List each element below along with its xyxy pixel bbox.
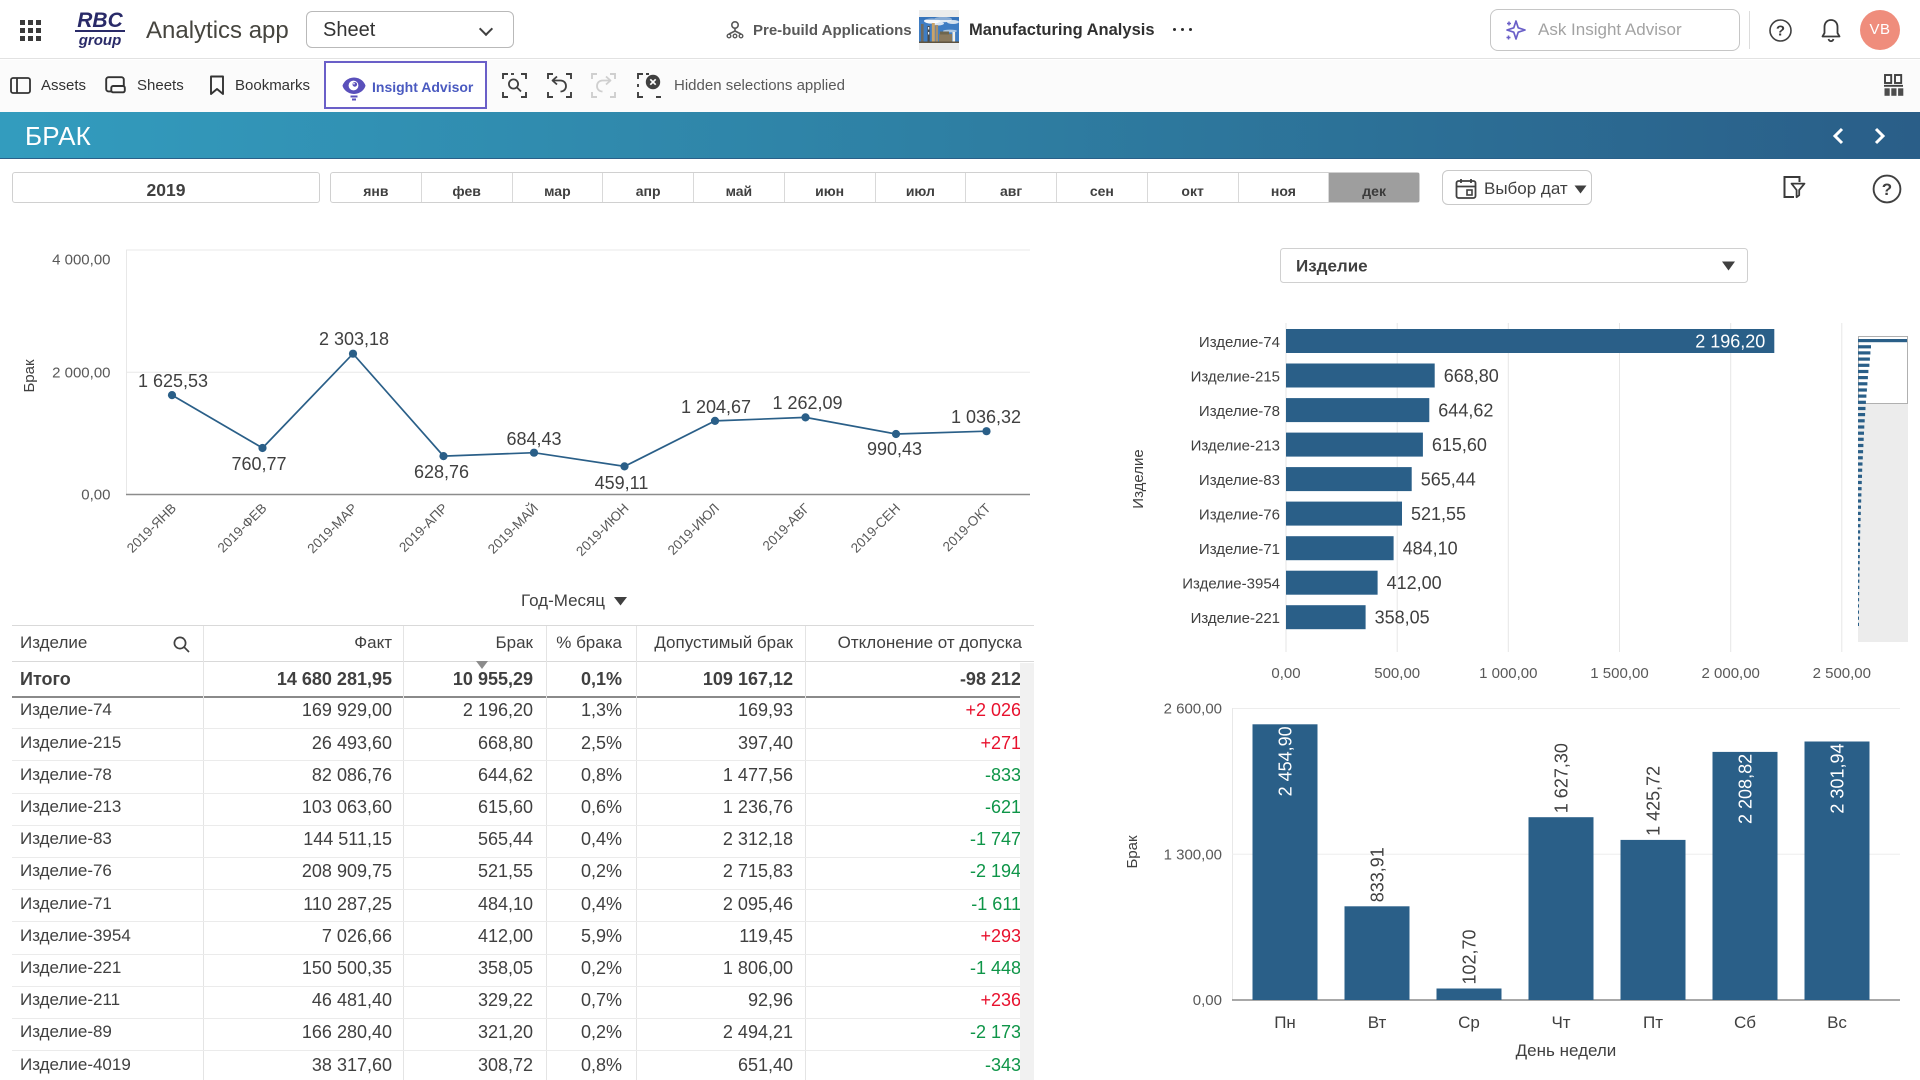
svg-text:Изделие-76: Изделие-76 — [1199, 507, 1280, 524]
svg-text:521,55: 521,55 — [1411, 504, 1466, 524]
svg-text:4 000,00: 4 000,00 — [52, 251, 110, 268]
svg-text:500,00: 500,00 — [1374, 665, 1420, 682]
svg-text:2 454,90: 2 454,90 — [1276, 726, 1296, 796]
svg-text:Изделие: Изделие — [1130, 449, 1147, 508]
svg-text:1 036,32: 1 036,32 — [951, 407, 1021, 427]
svg-text:День недели: День недели — [1516, 1041, 1617, 1060]
svg-text:990,43: 990,43 — [867, 439, 922, 459]
svg-text:Чт: Чт — [1551, 1013, 1570, 1032]
svg-text:Изделие-3954: Изделие-3954 — [1182, 576, 1280, 593]
svg-text:Ср: Ср — [1458, 1013, 1480, 1032]
svg-text:1 204,67: 1 204,67 — [681, 397, 751, 417]
svg-text:Изделие-221: Изделие-221 — [1191, 610, 1280, 627]
svg-text:Сб: Сб — [1734, 1013, 1756, 1032]
svg-text:1 000,00: 1 000,00 — [1479, 665, 1537, 682]
svg-text:Изделие: Изделие — [1296, 257, 1368, 276]
svg-text:Изделие-74: Изделие-74 — [1199, 334, 1280, 351]
svg-text:628,76: 628,76 — [414, 462, 469, 482]
svg-text:2 500,00: 2 500,00 — [1813, 665, 1871, 682]
svg-text:2019-ФЕВ: 2019-ФЕВ — [215, 501, 270, 556]
svg-text:2019-АВГ: 2019-АВГ — [760, 500, 813, 553]
svg-text:0,00: 0,00 — [81, 487, 110, 504]
svg-text:565,44: 565,44 — [1421, 470, 1476, 490]
svg-text:Вс: Вс — [1827, 1013, 1847, 1032]
svg-text:1 625,53: 1 625,53 — [138, 371, 208, 391]
svg-text:459,11: 459,11 — [595, 473, 649, 493]
svg-text:Изделие-215: Изделие-215 — [1191, 369, 1280, 386]
svg-text:2019-ОКТ: 2019-ОКТ — [940, 501, 994, 555]
svg-text:2 196,20: 2 196,20 — [1695, 332, 1765, 352]
svg-text:1 300,00: 1 300,00 — [1164, 846, 1222, 863]
svg-text:2019-МАЙ: 2019-МАЙ — [485, 501, 541, 557]
svg-text:1 262,09: 1 262,09 — [772, 393, 842, 413]
svg-text:1 500,00: 1 500,00 — [1590, 665, 1648, 682]
svg-text:2 303,18: 2 303,18 — [319, 329, 389, 349]
svg-text:1 425,72: 1 425,72 — [1644, 766, 1664, 836]
svg-text:2019-МАР: 2019-МАР — [304, 501, 360, 557]
svg-text:102,70: 102,70 — [1460, 929, 1480, 984]
svg-text:760,77: 760,77 — [231, 454, 286, 474]
svg-text:?: ? — [1776, 23, 1785, 40]
svg-text:684,43: 684,43 — [506, 429, 561, 449]
svg-text:2019-ЯНВ: 2019-ЯНВ — [124, 501, 179, 556]
svg-text:358,05: 358,05 — [1375, 608, 1430, 628]
svg-text:2019-ИЮЛ: 2019-ИЮЛ — [665, 501, 722, 558]
svg-text:2 000,00: 2 000,00 — [1702, 665, 1760, 682]
svg-text:?: ? — [1882, 180, 1892, 199]
svg-text:Год-Месяц: Год-Месяц — [521, 591, 605, 610]
svg-text:2019-ИЮН: 2019-ИЮН — [573, 501, 631, 559]
svg-text:Изделие-83: Изделие-83 — [1199, 472, 1280, 489]
svg-text:2 600,00: 2 600,00 — [1164, 701, 1222, 718]
svg-text:2019-СЕН: 2019-СЕН — [848, 501, 903, 556]
svg-text:833,91: 833,91 — [1368, 847, 1388, 902]
svg-text:1 627,30: 1 627,30 — [1552, 743, 1572, 813]
svg-text:2 000,00: 2 000,00 — [52, 364, 110, 381]
svg-text:0,00: 0,00 — [1193, 992, 1222, 1009]
svg-text:2 301,94: 2 301,94 — [1828, 744, 1848, 814]
svg-text:412,00: 412,00 — [1387, 573, 1442, 593]
svg-text:Вт: Вт — [1368, 1013, 1387, 1032]
svg-text:0,00: 0,00 — [1271, 665, 1300, 682]
svg-text:2 208,82: 2 208,82 — [1736, 754, 1756, 824]
svg-text:644,62: 644,62 — [1438, 401, 1493, 421]
svg-text:Изделие-213: Изделие-213 — [1191, 438, 1280, 455]
svg-text:Изделие-71: Изделие-71 — [1199, 541, 1280, 558]
svg-text:484,10: 484,10 — [1403, 539, 1458, 559]
svg-text:615,60: 615,60 — [1432, 435, 1487, 455]
svg-text:Пт: Пт — [1643, 1013, 1663, 1032]
svg-text:Брак: Брак — [21, 359, 38, 393]
svg-text:Изделие-78: Изделие-78 — [1199, 403, 1280, 420]
svg-text:668,80: 668,80 — [1444, 366, 1499, 386]
svg-text:Брак: Брак — [1124, 835, 1141, 869]
svg-text:2019-АПР: 2019-АПР — [396, 501, 451, 556]
svg-text:Пн: Пн — [1274, 1013, 1296, 1032]
